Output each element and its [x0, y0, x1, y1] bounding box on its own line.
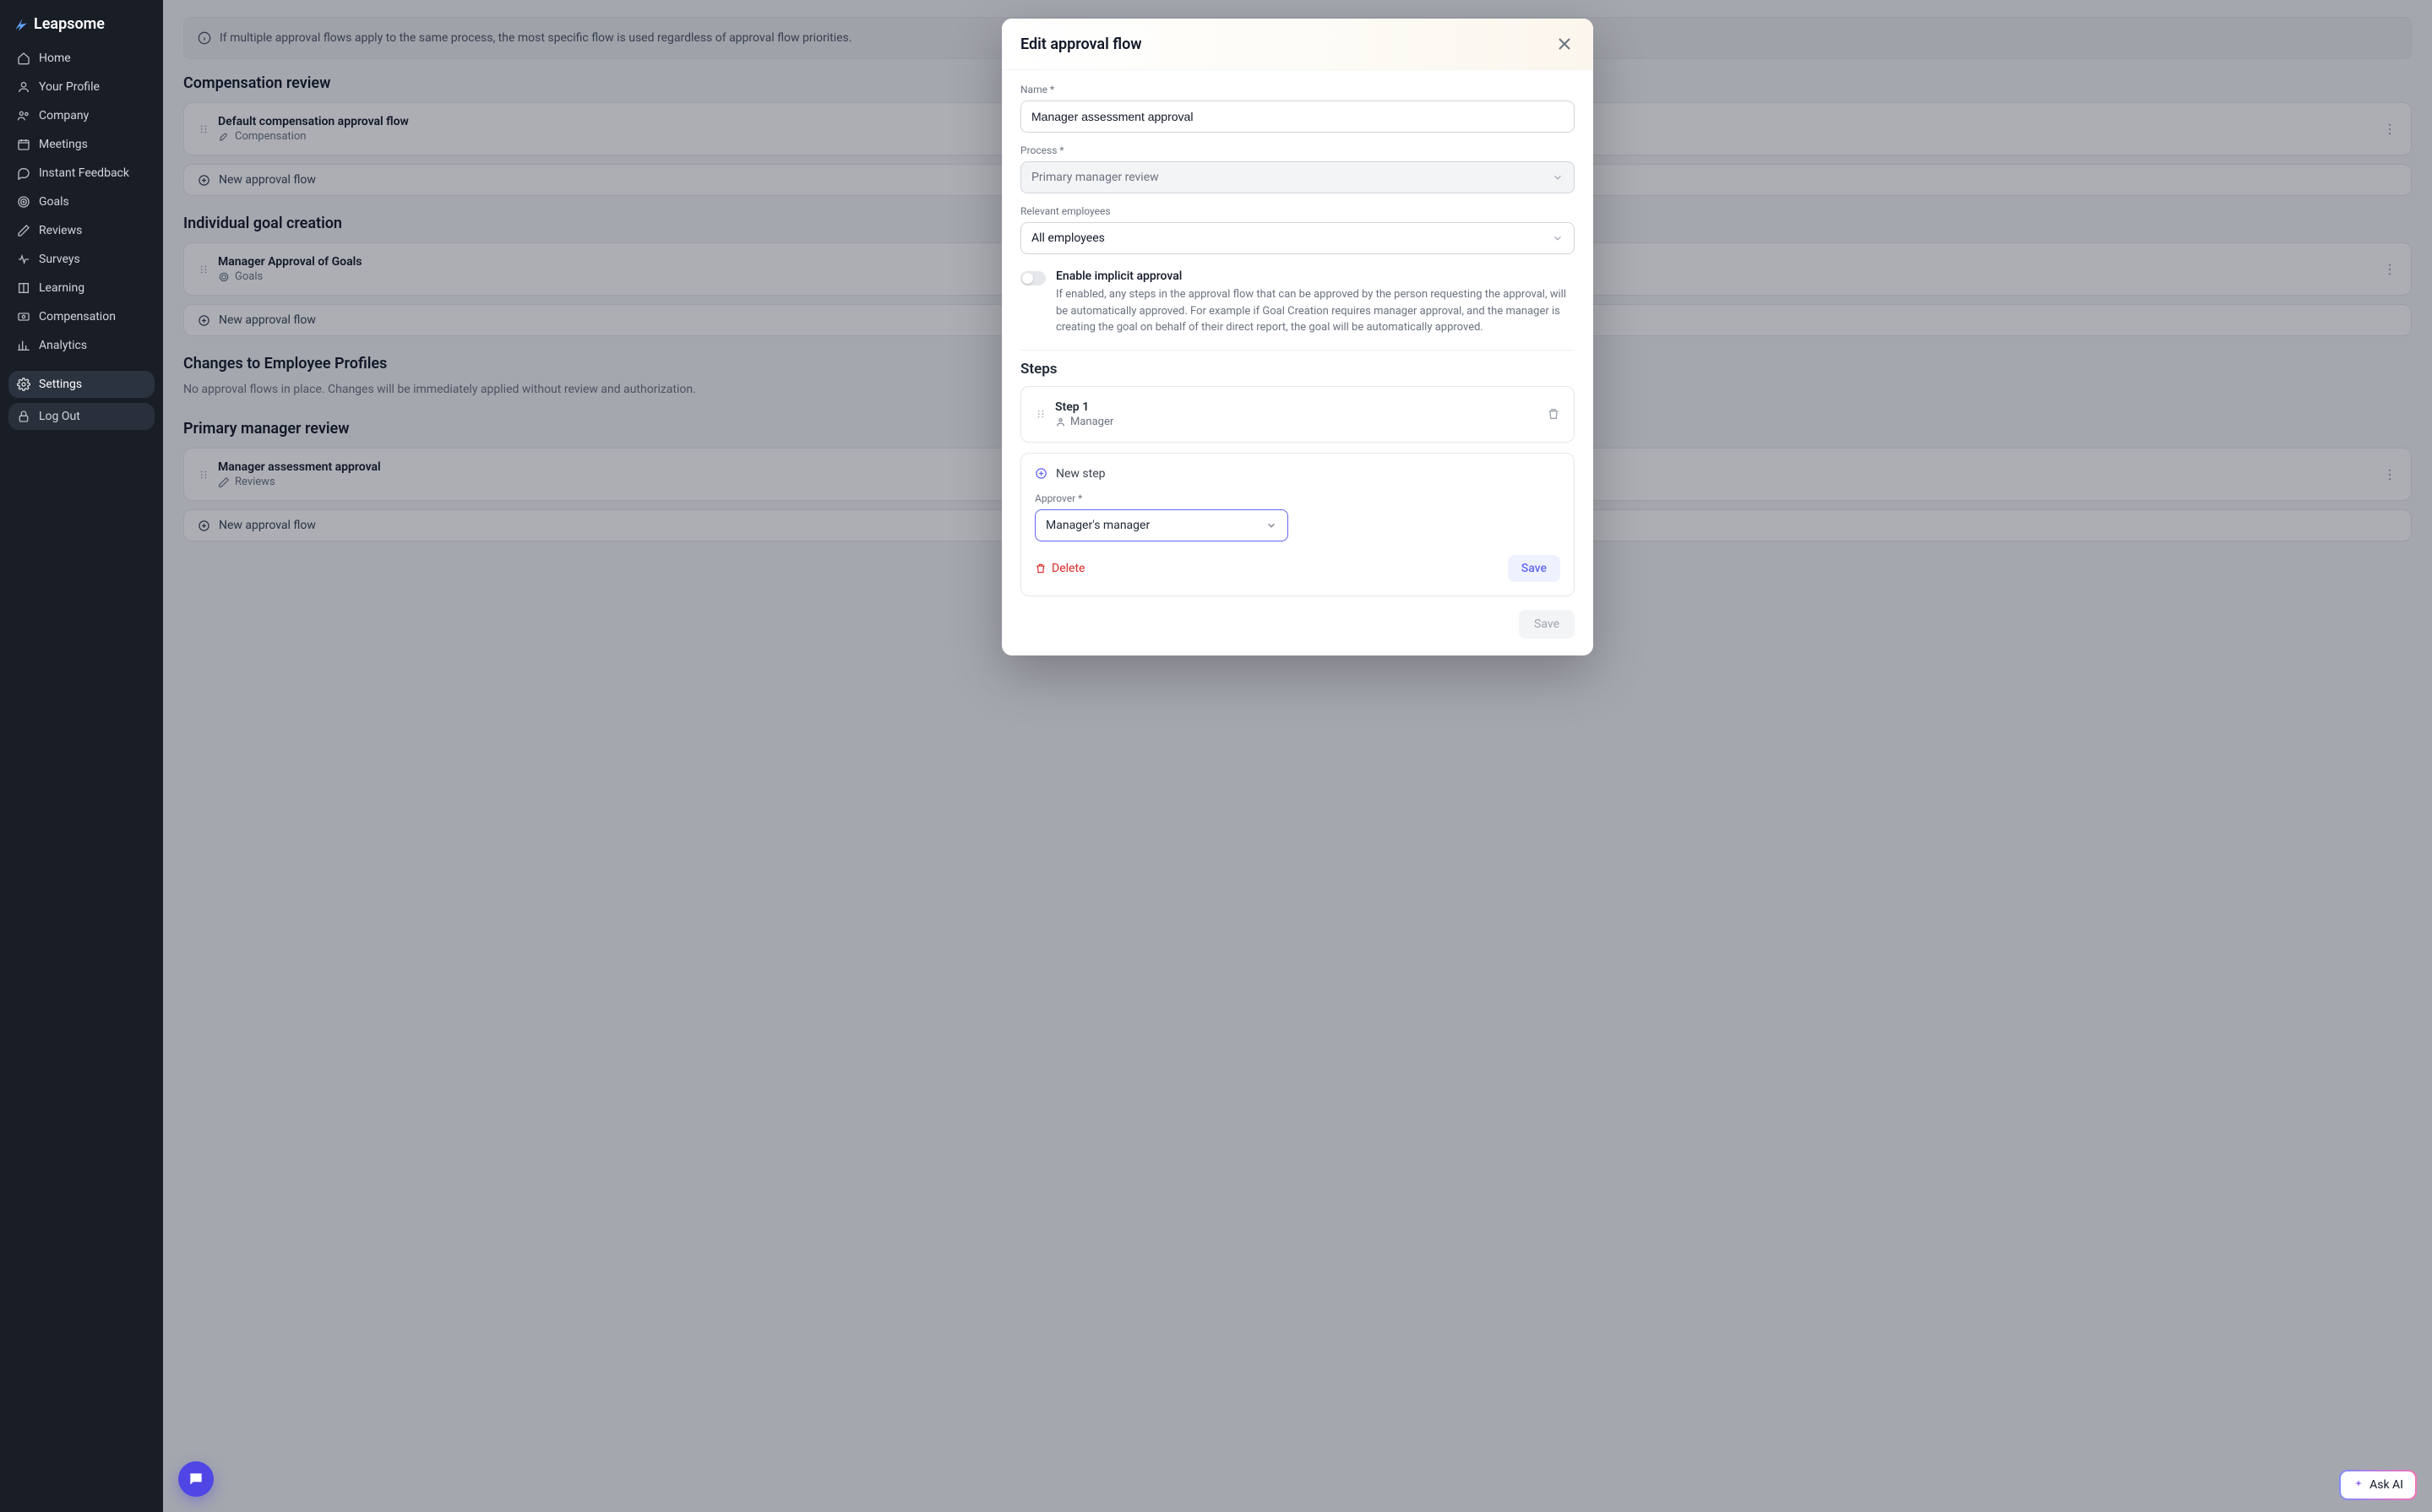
- relevant-label: Relevant employees: [1020, 205, 1575, 217]
- main-content: If multiple approval flows apply to the …: [163, 0, 2432, 1512]
- chat-icon: [17, 166, 30, 180]
- drag-icon[interactable]: [1035, 408, 1047, 420]
- nav-company[interactable]: Company: [8, 102, 155, 129]
- nav-analytics-label: Analytics: [39, 339, 87, 352]
- users-icon: [17, 109, 30, 122]
- ask-ai-label: Ask AI: [2369, 1478, 2403, 1492]
- process-label: Process *: [1020, 144, 1575, 156]
- heartbeat-icon: [17, 253, 30, 266]
- approver-label: Approver *: [1035, 492, 1560, 504]
- edit-approval-modal: Edit approval flow Name * Process * Prim…: [1002, 19, 1593, 655]
- process-field-group: Process * Primary manager review: [1020, 144, 1575, 193]
- step-body: Step 1 Manager: [1055, 400, 1538, 428]
- nav-company-label: Company: [39, 109, 89, 122]
- modal-title: Edit approval flow: [1020, 35, 1142, 53]
- user-icon: [17, 80, 30, 94]
- process-value: Primary manager review: [1031, 171, 1159, 184]
- book-icon: [17, 281, 30, 295]
- nav-learning[interactable]: Learning: [8, 275, 155, 302]
- ask-ai-button[interactable]: Ask AI: [2339, 1470, 2417, 1500]
- nav-surveys[interactable]: Surveys: [8, 246, 155, 273]
- nav-home[interactable]: Home: [8, 45, 155, 72]
- nav-compensation-label: Compensation: [39, 310, 116, 324]
- nav-profile[interactable]: Your Profile: [8, 73, 155, 101]
- nav-analytics[interactable]: Analytics: [8, 332, 155, 359]
- nav-feedback[interactable]: Instant Feedback: [8, 160, 155, 187]
- save-step-button[interactable]: Save: [1508, 555, 1560, 582]
- nav-reviews[interactable]: Reviews: [8, 217, 155, 244]
- nav-surveys-label: Surveys: [39, 253, 80, 266]
- nav-logout[interactable]: Log Out: [8, 403, 155, 430]
- chat-bubble-icon: [188, 1471, 204, 1488]
- implicit-approval-toggle[interactable]: [1020, 271, 1046, 286]
- step-1-role: Manager: [1055, 416, 1538, 428]
- chart-icon: [17, 339, 30, 352]
- new-step-label: New step: [1056, 467, 1106, 481]
- nav-compensation[interactable]: Compensation: [8, 303, 155, 330]
- step-1-title: Step 1: [1055, 400, 1538, 414]
- modal-overlay: Edit approval flow Name * Process * Prim…: [163, 0, 2432, 1512]
- toggle-desc: If enabled, any steps in the approval fl…: [1056, 286, 1575, 336]
- nav-feedback-label: Instant Feedback: [39, 166, 129, 180]
- name-input[interactable]: [1020, 101, 1575, 133]
- nav-profile-label: Your Profile: [39, 80, 100, 94]
- chevron-down-icon: [1552, 171, 1564, 183]
- trash-icon[interactable]: [1547, 407, 1560, 421]
- calendar-icon: [17, 138, 30, 151]
- nav-logout-label: Log Out: [39, 410, 80, 423]
- close-icon: [1554, 34, 1575, 54]
- money-icon: [17, 310, 30, 324]
- approver-select[interactable]: Manager's manager: [1035, 509, 1288, 541]
- nav-meetings-label: Meetings: [39, 138, 88, 151]
- home-icon: [17, 52, 30, 65]
- delete-label: Delete: [1052, 562, 1085, 575]
- close-button[interactable]: [1554, 34, 1575, 54]
- trash-icon: [1035, 563, 1047, 574]
- nav-learning-label: Learning: [39, 281, 84, 295]
- primary-nav: Home Your Profile Company Meetings Insta…: [8, 45, 155, 359]
- delete-step-button[interactable]: Delete: [1035, 562, 1085, 575]
- gear-icon: [17, 378, 30, 391]
- chevron-down-icon: [1552, 232, 1564, 244]
- new-step-header: New step: [1035, 467, 1560, 481]
- lock-icon: [17, 410, 30, 423]
- toggle-title: Enable implicit approval: [1056, 269, 1575, 283]
- name-field-group: Name *: [1020, 84, 1575, 133]
- nav-meetings[interactable]: Meetings: [8, 131, 155, 158]
- leapsome-icon: [14, 17, 29, 32]
- secondary-nav: Settings Log Out: [8, 371, 155, 430]
- relevant-select[interactable]: All employees: [1020, 222, 1575, 254]
- nav-settings-label: Settings: [39, 378, 82, 391]
- target-icon: [17, 195, 30, 209]
- brand-logo: Leapsome: [8, 10, 155, 45]
- implicit-approval-row: Enable implicit approval If enabled, any…: [1020, 266, 1575, 351]
- step-actions: Delete Save: [1035, 555, 1560, 582]
- relevant-value: All employees: [1031, 231, 1105, 245]
- nav-home-label: Home: [39, 52, 71, 65]
- sidebar: Leapsome Home Your Profile Company Meeti…: [0, 0, 163, 1512]
- step-1-card: Step 1 Manager: [1020, 386, 1575, 443]
- sparkle-icon: [2353, 1479, 2364, 1491]
- intercom-button[interactable]: [178, 1461, 214, 1497]
- modal-footer: Save: [1020, 606, 1575, 639]
- modal-header: Edit approval flow: [1002, 19, 1593, 70]
- pencil-icon: [17, 224, 30, 237]
- plus-circle-icon: [1035, 467, 1047, 480]
- modal-body: Name * Process * Primary manager review …: [1002, 70, 1593, 655]
- relevant-field-group: Relevant employees All employees: [1020, 205, 1575, 254]
- steps-heading: Steps: [1020, 361, 1575, 378]
- save-button[interactable]: Save: [1519, 610, 1575, 639]
- process-select[interactable]: Primary manager review: [1020, 161, 1575, 193]
- toggle-text: Enable implicit approval If enabled, any…: [1056, 269, 1575, 336]
- nav-settings[interactable]: Settings: [8, 371, 155, 398]
- brand-name: Leapsome: [34, 15, 105, 33]
- approver-value: Manager's manager: [1046, 519, 1150, 532]
- nav-reviews-label: Reviews: [39, 224, 82, 237]
- name-label: Name *: [1020, 84, 1575, 95]
- new-step-card: New step Approver * Manager's manager De…: [1020, 453, 1575, 596]
- user-icon: [1055, 416, 1066, 427]
- nav-goals[interactable]: Goals: [8, 188, 155, 215]
- nav-goals-label: Goals: [39, 195, 69, 209]
- chevron-down-icon: [1265, 519, 1277, 531]
